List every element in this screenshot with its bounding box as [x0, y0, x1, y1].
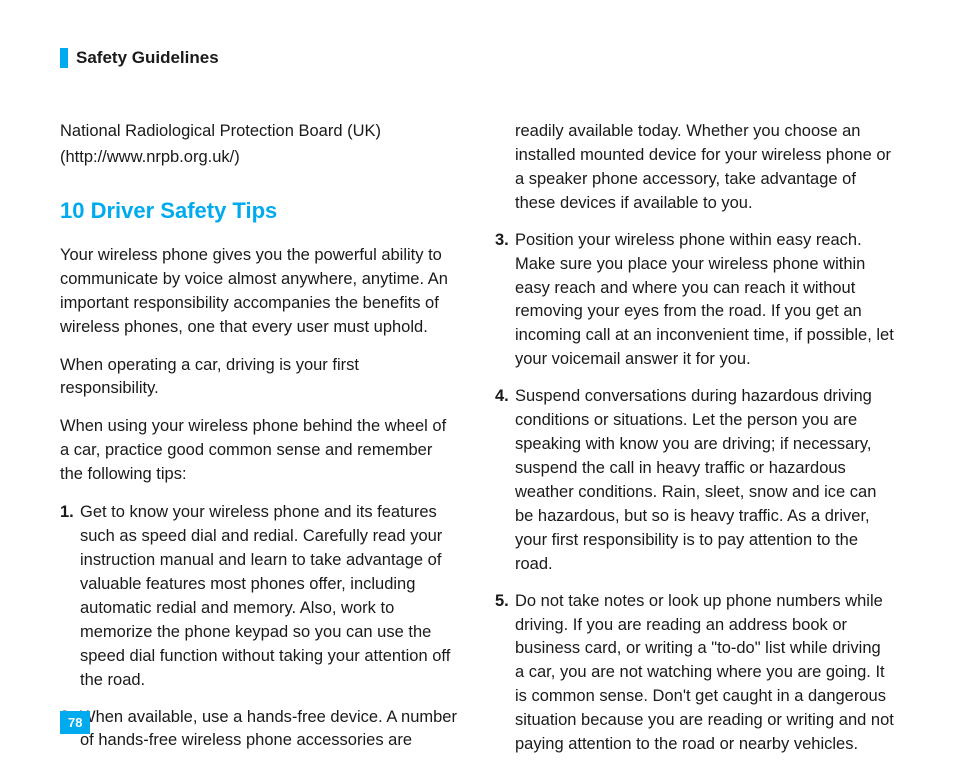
tip-text: readily available today. Whether you cho… [515, 120, 894, 216]
intro-line-1: National Radiological Protection Board (… [60, 120, 459, 144]
page-header: Safety Guidelines [60, 48, 894, 68]
tip-text: Suspend conversations during hazardous d… [515, 385, 894, 576]
tip-text: When available, use a hands-free device.… [80, 706, 459, 754]
section-heading: 10 Driver Safety Tips [60, 198, 459, 224]
tip-number: 4. [495, 385, 513, 576]
tip-number: 1. [60, 501, 78, 692]
intro-line-2: (http://www.nrpb.org.uk/) [60, 146, 459, 170]
tip-text: Do not take notes or look up phone numbe… [515, 590, 894, 757]
tip-3: 3. Position your wireless phone within e… [495, 229, 894, 373]
tip-number-spacer [495, 120, 513, 216]
tip-text: Get to know your wireless phone and its … [80, 501, 459, 692]
tip-2-part-a: 2. When available, use a hands-free devi… [60, 706, 459, 754]
tip-4: 4. Suspend conversations during hazardou… [495, 385, 894, 576]
content-columns: National Radiological Protection Board (… [60, 120, 894, 770]
tip-1: 1. Get to know your wireless phone and i… [60, 501, 459, 692]
tip-number: 3. [495, 229, 513, 373]
paragraph-3: When using your wireless phone behind th… [60, 415, 459, 487]
header-title: Safety Guidelines [76, 48, 219, 68]
right-column: readily available today. Whether you cho… [495, 120, 894, 770]
header-accent-bar [60, 48, 68, 68]
tip-5: 5. Do not take notes or look up phone nu… [495, 590, 894, 757]
page-number: 78 [60, 711, 90, 734]
left-column: National Radiological Protection Board (… [60, 120, 459, 770]
tip-number: 5. [495, 590, 513, 757]
intro-block: National Radiological Protection Board (… [60, 120, 459, 170]
paragraph-2: When operating a car, driving is your fi… [60, 354, 459, 402]
paragraph-1: Your wireless phone gives you the powerf… [60, 244, 459, 340]
tip-text: Position your wireless phone within easy… [515, 229, 894, 373]
tip-2-part-b: readily available today. Whether you cho… [495, 120, 894, 216]
